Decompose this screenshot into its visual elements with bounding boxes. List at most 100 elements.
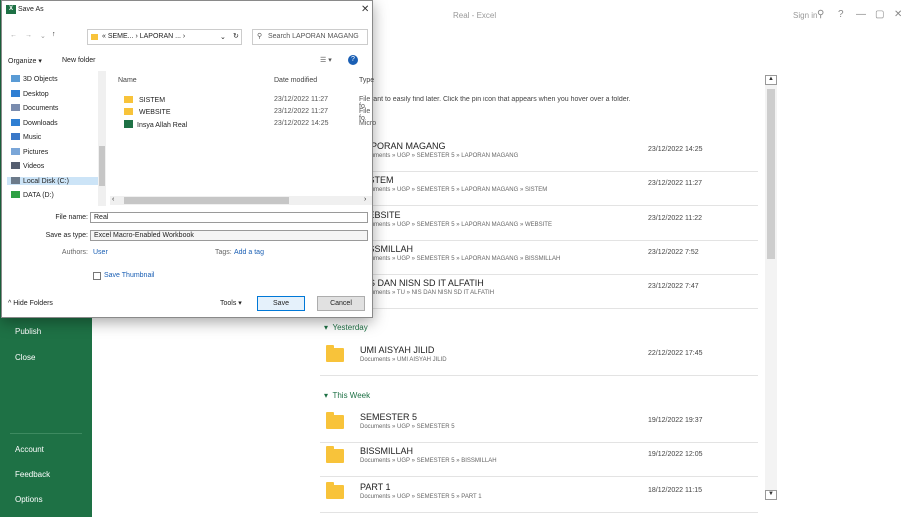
folder-icon — [326, 482, 344, 499]
nav-item[interactable]: Downloads — [11, 118, 58, 127]
back-arrow-icon[interactable]: ← — [10, 32, 17, 39]
nav-item[interactable]: Pictures — [11, 147, 48, 156]
recent-folder-row[interactable]: SISTEM Documents » UGP » SEMESTER 5 » LAP… — [320, 172, 755, 202]
file-name-input[interactable]: Real — [90, 212, 368, 223]
recent-folder-date: 18/12/2022 11:15 — [648, 487, 702, 494]
scroll-down-icon[interactable]: ▼ — [765, 490, 777, 500]
nav-item[interactable]: Local Disk (C:) — [7, 176, 101, 185]
address-bar[interactable]: « SEME... › LAPORAN ... › ⌄ ↻ — [87, 29, 242, 45]
recent-folder-path: Documents » UGP » SEMESTER 5 » BISSMILLA… — [360, 458, 497, 464]
nav-item[interactable]: 3D Objects — [11, 75, 58, 83]
column-name[interactable]: Name — [118, 77, 137, 84]
tools-button[interactable]: Tools ▾ — [220, 299, 242, 307]
forward-arrow-icon[interactable]: → — [25, 32, 32, 39]
recent-folder-date: 23/12/2022 7:52 — [648, 249, 699, 256]
recent-folder-row[interactable]: LAPORAN MAGANG Documents » UGP » SEMESTER… — [320, 138, 755, 168]
nav-item-icon — [11, 191, 20, 198]
recent-folder-row[interactable]: BISSMILLAH Documents » UGP » SEMESTER 5 »… — [320, 241, 755, 271]
scroll-right-icon[interactable]: › — [364, 196, 366, 203]
recent-locations-icon[interactable]: ⌄ — [40, 32, 46, 40]
minimize-button[interactable]: — — [856, 9, 866, 20]
new-folder-button[interactable]: New folder — [62, 57, 95, 64]
file-type: Micro — [359, 120, 377, 127]
group-this-week[interactable]: ▾ This Week — [324, 391, 370, 400]
recent-folder-date: 19/12/2022 19:37 — [648, 417, 703, 424]
file-name-label: File name: — [55, 214, 88, 221]
recent-folder-title: BISSMILLAH — [360, 446, 414, 456]
scroll-thumb[interactable] — [767, 89, 775, 259]
recent-folder-row[interactable]: WEBSITE Documents » UGP » SEMESTER 5 » LA… — [320, 207, 755, 237]
authors-value[interactable]: User — [93, 249, 108, 256]
recent-folder-row[interactable]: SEMESTER 5 Documents » UGP » SEMESTER 5 19… — [320, 409, 755, 439]
address-dropdown-icon[interactable]: ⌄ — [220, 33, 226, 41]
file-date: 23/12/2022 11:27 — [274, 108, 328, 115]
nav-item-icon — [11, 176, 20, 184]
close-window-button[interactable]: ✕ — [894, 9, 902, 20]
column-date[interactable]: Date modified — [274, 77, 317, 84]
folder-icon — [326, 412, 344, 429]
folder-icon — [124, 96, 133, 103]
nav-item-label: Music — [23, 134, 42, 141]
nav-item-label: Downloads — [23, 119, 58, 127]
nav-item[interactable]: Desktop — [11, 89, 49, 98]
recent-folder-row[interactable]: NIS DAN NISN SD IT ALFATIH Documents » TU… — [320, 275, 755, 305]
address-path: « SEME... › LAPORAN ... › — [102, 33, 186, 40]
recent-folder-path: Documents » UGP » SEMESTER 5 » LAPORAN M… — [360, 187, 548, 193]
nav-item-label: Documents — [23, 105, 59, 112]
recent-folder-row[interactable]: PART 1 Documents » UGP » SEMESTER 5 » PAR… — [320, 479, 755, 509]
save-type-select[interactable]: Excel Macro-Enabled Workbook — [90, 230, 368, 241]
up-arrow-icon[interactable]: ↑ — [52, 31, 56, 38]
recent-folder-row[interactable]: UMI AISYAH JILID Documents » UMI AISYAH J… — [320, 342, 755, 372]
search-icon: ⚲ — [257, 33, 263, 40]
file-row[interactable]: WEBSITE — [124, 108, 171, 116]
scroll-left-icon[interactable]: ‹ — [112, 196, 114, 203]
backstage-publish[interactable]: Publish — [15, 327, 41, 336]
file-row[interactable]: SISTEM — [124, 96, 165, 104]
file-hscrollbar[interactable]: ‹ › — [110, 196, 372, 205]
group-yesterday[interactable]: ▾ Yesterday — [324, 323, 368, 332]
backstage-account[interactable]: Account — [15, 445, 44, 454]
nav-item[interactable]: Documents — [11, 104, 58, 112]
tags-value[interactable]: Add a tag — [234, 249, 264, 256]
nav-item[interactable]: Music — [11, 133, 41, 141]
view-options-icon[interactable]: ☰ ▾ — [320, 56, 332, 64]
file-date: 23/12/2022 11:27 — [274, 96, 328, 103]
share-icon[interactable]: ⚲ — [817, 9, 824, 20]
organize-button[interactable]: Organize ▾ — [8, 57, 42, 65]
save-thumbnail-checkbox[interactable] — [93, 272, 101, 280]
recent-folder-row[interactable]: BISSMILLAH Documents » UGP » SEMESTER 5 »… — [320, 443, 755, 473]
dialog-close-icon[interactable]: ✕ — [361, 4, 369, 15]
backstage-close[interactable]: Close — [15, 353, 35, 362]
nav-item-label: Local Disk (C:) — [23, 177, 69, 185]
nav-scroll-thumb[interactable] — [99, 146, 105, 186]
help-button[interactable]: ? — [838, 9, 844, 20]
file-name: Insya Allah Real — [137, 122, 188, 129]
dialog-title: Save As — [18, 6, 44, 13]
recent-scrollbar[interactable]: ▲ ▼ — [765, 75, 777, 500]
search-box[interactable]: ⚲ Search LAPORAN MAGANG — [252, 29, 368, 45]
restore-button[interactable]: ▢ — [875, 9, 884, 20]
nav-item[interactable]: DATA (D:) — [11, 191, 54, 199]
backstage-options[interactable]: Options — [15, 495, 43, 504]
nav-scrollbar[interactable] — [98, 71, 106, 206]
nav-item-icon — [11, 75, 20, 82]
file-name: WEBSITE — [139, 109, 171, 116]
nav-item[interactable]: Videos — [11, 162, 44, 170]
column-type[interactable]: Type — [359, 77, 374, 84]
cancel-button[interactable]: Cancel — [317, 296, 365, 311]
save-as-dialog: X Save As ✕ ← → ⌄ ↑ « SEME... › LAPORAN … — [1, 0, 377, 318]
save-button[interactable]: Save — [257, 296, 305, 311]
recent-folder-date: 23/12/2022 14:25 — [648, 146, 703, 153]
recent-folder-path: Documents » TU » NIS DAN NISN SD IT ALFA… — [360, 290, 495, 296]
recent-folder-date: 23/12/2022 11:22 — [648, 215, 702, 222]
scroll-up-icon[interactable]: ▲ — [765, 75, 777, 85]
help-icon[interactable]: ? — [348, 55, 358, 65]
nav-item-label: Videos — [23, 163, 45, 170]
refresh-icon[interactable]: ↻ — [233, 32, 239, 40]
hide-folders-button[interactable]: ^ Hide Folders — [8, 300, 53, 307]
signin-link[interactable]: Sign in — [793, 11, 817, 20]
file-row[interactable]: Insya Allah Real — [124, 120, 187, 129]
row-separator — [320, 375, 758, 376]
hscroll-thumb[interactable] — [124, 197, 289, 204]
backstage-feedback[interactable]: Feedback — [15, 470, 50, 479]
